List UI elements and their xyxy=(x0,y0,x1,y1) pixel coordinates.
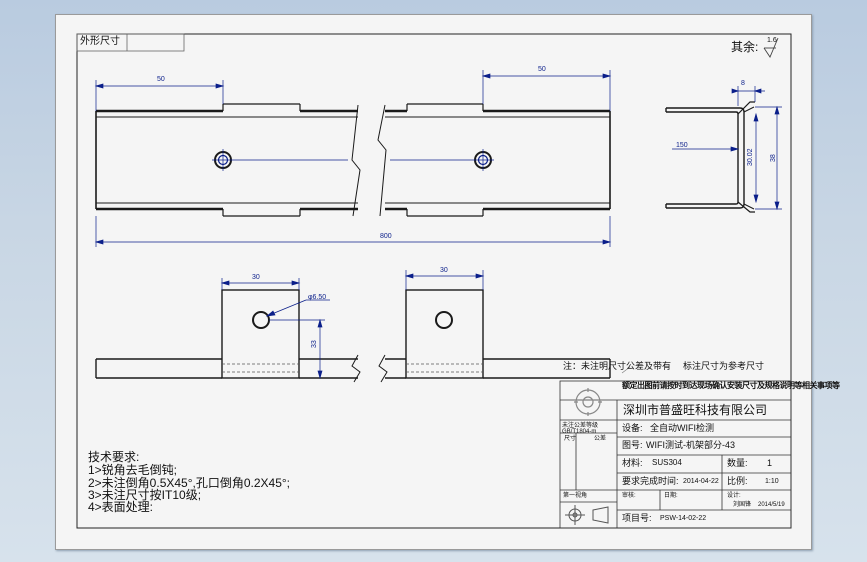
drawing-no-value: WIFI测试-机架部分-43 xyxy=(646,440,735,450)
dim-30-left: 30 xyxy=(252,274,260,281)
dim-38: 38 xyxy=(770,154,777,162)
qty-value: 1 xyxy=(767,458,773,468)
corner-tab-label: 外形尺寸 xyxy=(80,36,120,47)
dim-30-02: 30.02 xyxy=(747,148,754,166)
project-value: PSW-14-02-22 xyxy=(660,515,707,522)
dim-800: 800 xyxy=(380,233,392,240)
tech-req-title: 技术要求: xyxy=(88,450,140,464)
tolerance-note: 注：未注明尺寸公差及带有 xyxy=(563,361,672,371)
side-view xyxy=(665,101,755,213)
surface-note-label: 其余: xyxy=(731,40,759,54)
tolerance-size-col: 尺寸 xyxy=(564,436,577,442)
tech-req-item: 4>表面处理: xyxy=(88,500,154,514)
tolerance-tol-col: 公差 xyxy=(594,436,607,442)
projection-label: 第一视角 xyxy=(563,493,588,499)
drafter-date: 2014/5/19 xyxy=(758,502,785,508)
dim-30-right: 30 xyxy=(440,267,448,274)
material-label: 材料: xyxy=(622,458,643,468)
drafter-label: 设计: xyxy=(727,493,741,499)
bottom-view-dimensions xyxy=(220,270,485,380)
tolerance-note-2: 标注尺寸为参考尺寸 xyxy=(683,361,765,371)
project-label: 项目号: xyxy=(622,513,652,523)
side-view-dimensions xyxy=(672,86,782,211)
surface-note-value: 1.6 xyxy=(767,37,777,44)
company-logo xyxy=(574,388,602,416)
scale-label: 比例: xyxy=(727,476,748,486)
dim-8: 8 xyxy=(741,80,745,87)
dim-150: 150 xyxy=(676,142,688,149)
drafter-value: 刘国锋 xyxy=(733,502,752,508)
dim-33: 33 xyxy=(311,340,318,348)
projection-symbol xyxy=(565,505,609,525)
dim-50-left: 50 xyxy=(157,76,165,83)
date-label: 日期: xyxy=(664,493,678,499)
company-name: 深圳市普盛旺科技有限公司 xyxy=(623,403,768,417)
qty-label: 数量: xyxy=(727,458,748,468)
material-value: SUS304 xyxy=(652,458,682,467)
tolerance-header: 未注公差等级GB/T1804-m xyxy=(562,423,599,435)
dim-50-right: 50 xyxy=(538,66,546,73)
device-label: 设备: xyxy=(622,423,643,433)
due-label: 要求完成时间: xyxy=(622,476,679,486)
audit-label: 审核: xyxy=(622,493,636,499)
bottom-view xyxy=(95,289,611,383)
due-value: 2014-04-22 xyxy=(683,478,719,485)
scale-value: 1:10 xyxy=(765,478,779,485)
front-view-dimensions xyxy=(94,70,612,247)
garbled-note: 额定出图前请按时到达现场确认安装尺寸及规格说明等相关事项等 xyxy=(622,381,840,390)
front-view xyxy=(95,103,611,217)
tech-req-item: 1>锐角去毛倒钝; xyxy=(88,463,178,477)
drawing-no-label: 图号: xyxy=(622,440,643,450)
device-value: 全自动WIFI检测 xyxy=(650,423,714,433)
dim-hole-diameter: φ6.50 xyxy=(308,294,327,301)
